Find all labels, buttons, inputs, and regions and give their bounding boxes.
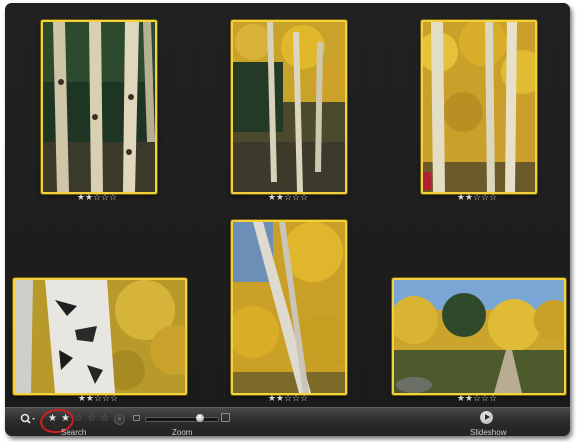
photo-thumbnail-1[interactable]	[41, 20, 157, 194]
clear-search-icon[interactable]: ×	[114, 414, 125, 425]
photo-rating-4[interactable]: ★★☆☆☆	[68, 394, 128, 404]
zoom-in-icon[interactable]	[221, 413, 230, 422]
zoom-label: Zoom	[172, 428, 193, 436]
iphoto-browser-window: ★★☆☆☆ ★★☆☆☆ ★★☆☆☆ ★★☆☆☆ ★★☆☆☆ ★★☆☆☆ ★ ★ …	[5, 3, 570, 436]
rating-star-3[interactable]: ☆	[74, 413, 83, 425]
aspen-trunks-image	[43, 22, 155, 192]
rating-star-4[interactable]: ☆	[87, 413, 96, 425]
photo-rating-3[interactable]: ★★☆☆☆	[447, 193, 507, 203]
search-label: Search	[61, 428, 87, 436]
golden-aspens-image	[423, 22, 535, 192]
forest-trail-image	[394, 280, 564, 393]
photo-rating-2[interactable]: ★★☆☆☆	[258, 193, 318, 203]
photo-thumbnail-4[interactable]	[13, 278, 187, 395]
photo-thumbnail-3[interactable]	[421, 20, 537, 194]
photo-thumbnail-6[interactable]	[392, 278, 566, 395]
photo-grid: ★★☆☆☆ ★★☆☆☆ ★★☆☆☆ ★★☆☆☆ ★★☆☆☆ ★★☆☆☆	[5, 3, 570, 407]
leaning-aspen-image	[233, 222, 345, 393]
aspen-grove-image	[233, 22, 345, 192]
play-slideshow-icon[interactable]	[480, 411, 493, 424]
photo-thumbnail-5[interactable]	[231, 220, 347, 395]
birch-bark-closeup-image	[15, 280, 185, 393]
search-magnifier-icon[interactable]	[20, 413, 36, 425]
bottom-toolbar: ★ ★ ☆ ☆ ☆ × Search Zoom Slideshow	[5, 406, 570, 436]
photo-thumbnail-2[interactable]	[231, 20, 347, 194]
photo-rating-5[interactable]: ★★☆☆☆	[258, 394, 318, 404]
photo-rating-1[interactable]: ★★☆☆☆	[67, 193, 127, 203]
photo-rating-6[interactable]: ★★☆☆☆	[447, 394, 507, 404]
zoom-out-icon[interactable]	[133, 415, 140, 421]
zoom-slider-track[interactable]	[145, 417, 219, 422]
rating-star-5[interactable]: ☆	[100, 413, 109, 425]
slideshow-label: Slideshow	[470, 428, 507, 436]
